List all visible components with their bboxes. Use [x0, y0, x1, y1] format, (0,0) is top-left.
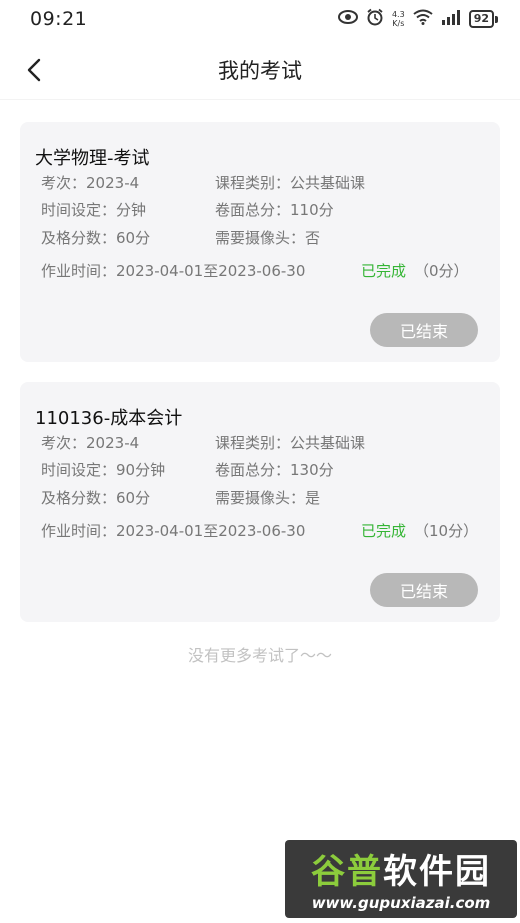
exam-status: 已完成 （0分） [361, 260, 469, 281]
alarm-icon [366, 8, 384, 30]
total-score-label: 卷面总分： [215, 461, 291, 479]
exam-time-row: 作业时间：2023-04-01至2023-06-30 [41, 260, 305, 281]
camera-label: 需要摄像头： [215, 229, 306, 247]
watermark-url: www.gupuxiazai.com [311, 894, 491, 912]
battery-icon: 92 [468, 10, 498, 28]
speed-value: 4.3 [391, 10, 405, 19]
network-speed: 4.3 K/s [392, 10, 405, 28]
exam-info-row: 时间设定：分钟 卷面总分：110分 [41, 199, 334, 220]
back-button[interactable] [16, 52, 52, 88]
exam-info-row: 考次：2023-4 课程类别：公共基础课 [41, 432, 365, 453]
status-badge: 已完成 [361, 262, 407, 280]
camera-value: 是 [305, 489, 321, 507]
exam-info-row: 及格分数：60分 需要摄像头：是 [41, 487, 320, 508]
wifi-icon [413, 9, 433, 29]
exam-info-row: 考次：2023-4 课程类别：公共基础课 [41, 172, 365, 193]
battery-level: 92 [468, 10, 494, 28]
pass-score-label: 及格分数： [41, 489, 117, 507]
exam-title: 大学物理-考试 [35, 148, 150, 169]
category-value: 公共基础课 [290, 434, 366, 452]
nav-bar: 我的考试 [0, 40, 520, 100]
session-label: 考次： [41, 434, 87, 452]
duration-label: 时间设定： [41, 461, 117, 479]
session-label: 考次： [41, 174, 87, 192]
signal-icon [441, 9, 461, 29]
pass-score-value: 60分 [116, 229, 151, 247]
time-label: 作业时间： [41, 522, 117, 540]
duration-label: 时间设定： [41, 201, 117, 219]
chevron-left-icon [27, 58, 41, 82]
status-icons: 4.3 K/s 92 [337, 8, 498, 30]
exam-time-row: 作业时间：2023-04-01至2023-06-30 [41, 520, 305, 541]
duration-value: 90分钟 [116, 461, 166, 479]
page-title: 我的考试 [218, 58, 302, 83]
category-value: 公共基础课 [290, 174, 366, 192]
pass-score-label: 及格分数： [41, 229, 117, 247]
category-label: 课程类别： [215, 434, 291, 452]
time-value: 2023-04-01至2023-06-30 [116, 522, 306, 540]
ended-button[interactable]: 已结束 [370, 573, 478, 607]
exam-score: （10分） [414, 522, 479, 540]
camera-value: 否 [305, 229, 321, 247]
duration-value: 分钟 [116, 201, 147, 219]
exam-info-row: 及格分数：60分 需要摄像头：否 [41, 227, 320, 248]
ended-button[interactable]: 已结束 [370, 313, 478, 347]
session-value: 2023-4 [86, 434, 140, 452]
status-bar: 09:21 4.3 K/s 92 [0, 0, 520, 38]
watermark-logo: 谷普软件园 www.gupuxiazai.com [285, 840, 517, 918]
camera-label: 需要摄像头： [215, 489, 306, 507]
no-more-text: 没有更多考试了～～ [187, 646, 332, 665]
watermark-brand-part1: 谷普 [311, 852, 383, 892]
status-badge: 已完成 [361, 522, 407, 540]
total-score-value: 130分 [290, 461, 334, 479]
watermark-brand: 谷普软件园 [285, 844, 517, 893]
watermark-brand-part2: 软件园 [383, 852, 491, 892]
eye-icon [337, 10, 358, 28]
exam-status: 已完成 （10分） [361, 520, 478, 541]
total-score-value: 110分 [290, 201, 334, 219]
time-label: 作业时间： [41, 262, 117, 280]
exam-card: 大学物理-考试 考次：2023-4 课程类别：公共基础课 时间设定：分钟 卷面总… [20, 122, 500, 362]
session-value: 2023-4 [86, 174, 140, 192]
pass-score-value: 60分 [116, 489, 151, 507]
exam-title: 110136-成本会计 [35, 408, 183, 429]
speed-unit: K/s [392, 19, 405, 28]
exam-info-row: 时间设定：90分钟 卷面总分：130分 [41, 459, 334, 480]
time-value: 2023-04-01至2023-06-30 [116, 262, 306, 280]
status-time: 09:21 [30, 8, 88, 30]
category-label: 课程类别： [215, 174, 291, 192]
total-score-label: 卷面总分： [215, 201, 291, 219]
exam-score: （0分） [414, 262, 469, 280]
exam-card: 110136-成本会计 考次：2023-4 课程类别：公共基础课 时间设定：90… [20, 382, 500, 622]
